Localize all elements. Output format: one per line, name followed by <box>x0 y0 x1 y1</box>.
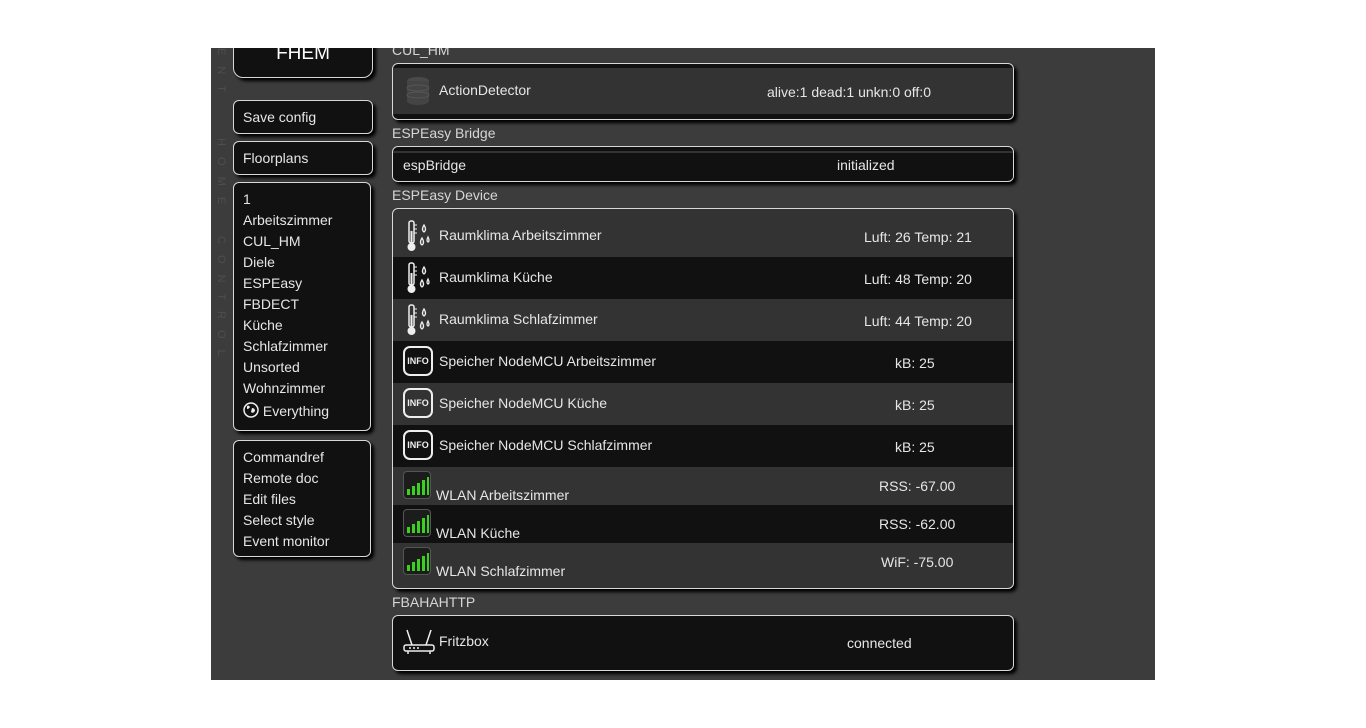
room-diele[interactable]: Diele <box>234 252 370 273</box>
router-icon <box>403 629 435 654</box>
select-style-link[interactable]: Select style <box>234 510 370 531</box>
everything-label: Everything <box>262 403 330 419</box>
room-espeasy[interactable]: ESPEasy <box>234 273 370 294</box>
device-name-actiondetector[interactable]: ActionDetector <box>439 82 531 98</box>
watermark: E N T H O M E C O N T R O L <box>211 48 231 378</box>
device-name-wlan-schlafzimmer[interactable]: WLAN Schlafzimmer <box>436 563 565 579</box>
device-state: connected <box>847 635 912 651</box>
device-state: RSS: -62.00 <box>879 516 956 532</box>
info-icon: INFO <box>403 430 433 460</box>
device-row: INFO Speicher NodeMCU Küche kB: 25 <box>393 383 1013 425</box>
device-row: espBridge initialized <box>393 151 1013 179</box>
info-icon: INFO <box>403 388 433 418</box>
floorplans-link[interactable]: Floorplans <box>234 142 372 174</box>
fhem-window: E N T H O M E C O N T R O L FHEM Save co… <box>211 48 1155 680</box>
group-title-espeasy-device: ESPEasy Device <box>392 187 498 203</box>
group-title-espeasy-bridge: ESPEasy Bridge <box>392 125 496 141</box>
device-row: INFO Speicher NodeMCU Schlafzimmer kB: 2… <box>393 425 1013 467</box>
device-state: RSS: -67.00 <box>879 478 956 494</box>
room-fbdect[interactable]: FBDECT <box>234 294 370 315</box>
watermark-text-3: C O N T R O L <box>215 236 227 360</box>
group-cul-hm: ActionDetector alive:1 dead:1 unkn:0 off… <box>392 63 1014 120</box>
device-row: WLAN Küche RSS: -62.00 <box>393 505 1013 543</box>
wlan-signal-icon <box>403 471 431 499</box>
group-espeasy-bridge: espBridge initialized <box>392 146 1014 182</box>
device-name-wlan-kueche[interactable]: WLAN Küche <box>436 525 520 541</box>
room-wohnzimmer[interactable]: Wohnzimmer <box>234 378 370 399</box>
group-title-fbahahttp: FBAHAHTTP <box>392 594 476 610</box>
device-row: Raumklima Küche Luft: 48 Temp: 20 <box>393 257 1013 299</box>
device-state: Luft: 48 Temp: 20 <box>864 271 972 287</box>
room-arbeitszimmer[interactable]: Arbeitszimmer <box>234 210 370 231</box>
thermometer-humidity-icon <box>407 262 430 293</box>
save-config-menu: Save config <box>233 100 373 134</box>
device-name-speicher-schlafzimmer[interactable]: Speicher NodeMCU Schlafzimmer <box>439 437 652 453</box>
device-row: Raumklima Arbeitszimmer Luft: 26 Temp: 2… <box>393 215 1013 257</box>
floorplans-menu: Floorplans <box>233 141 373 175</box>
device-name-speicher-kueche[interactable]: Speicher NodeMCU Küche <box>439 395 607 411</box>
edit-files-link[interactable]: Edit files <box>234 489 370 510</box>
room-1[interactable]: 1 <box>234 189 370 210</box>
room-kueche[interactable]: Küche <box>234 315 370 336</box>
device-state: kB: 25 <box>895 355 935 371</box>
device-row: WLAN Schlafzimmer WiF: -75.00 <box>393 543 1013 584</box>
device-state: WiF: -75.00 <box>881 554 954 570</box>
watermark-text-1: E N T <box>215 48 227 96</box>
device-name-espbridge[interactable]: espBridge <box>403 157 466 173</box>
device-state: Luft: 44 Temp: 20 <box>864 313 972 329</box>
device-state: kB: 25 <box>895 439 935 455</box>
info-icon: INFO <box>403 346 433 376</box>
device-state: Luft: 26 Temp: 21 <box>864 229 972 245</box>
group-title-cul-hm: CUL_HM <box>392 48 450 58</box>
device-name-wlan-arbeitszimmer[interactable]: WLAN Arbeitszimmer <box>436 487 569 503</box>
save-config-button[interactable]: Save config <box>234 101 372 133</box>
device-name-raumklima-arbeitszimmer[interactable]: Raumklima Arbeitszimmer <box>439 227 602 243</box>
group-espeasy-device: Raumklima Arbeitszimmer Luft: 26 Temp: 2… <box>392 208 1014 589</box>
device-name-raumklima-schlafzimmer[interactable]: Raumklima Schlafzimmer <box>439 311 598 327</box>
database-icon <box>406 77 430 105</box>
wlan-signal-icon <box>403 509 431 537</box>
device-name-fritzbox[interactable]: Fritzbox <box>439 633 489 649</box>
device-name-raumklima-kueche[interactable]: Raumklima Küche <box>439 269 553 285</box>
device-state: initialized <box>837 157 895 173</box>
globe-icon <box>243 402 259 418</box>
device-row: INFO Speicher NodeMCU Arbeitszimmer kB: … <box>393 341 1013 383</box>
logo-text: FHEM <box>276 48 330 64</box>
thermometer-humidity-icon <box>407 220 430 251</box>
device-row: Fritzbox connected <box>393 622 1013 662</box>
remote-doc-link[interactable]: Remote doc <box>234 468 370 489</box>
room-schlafzimmer[interactable]: Schlafzimmer <box>234 336 370 357</box>
event-monitor-link[interactable]: Event monitor <box>234 531 370 552</box>
room-menu: 1 Arbeitszimmer CUL_HM Diele ESPEasy FBD… <box>233 182 371 431</box>
device-state: alive:1 dead:1 unkn:0 off:0 <box>767 84 931 100</box>
group-fbahahttp: Fritzbox connected <box>392 615 1014 671</box>
room-everything[interactable]: Everything <box>234 401 370 422</box>
device-name-speicher-arbeitszimmer[interactable]: Speicher NodeMCU Arbeitszimmer <box>439 353 656 369</box>
room-unsorted[interactable]: Unsorted <box>234 357 370 378</box>
commandref-link[interactable]: Commandref <box>234 447 370 468</box>
room-cul-hm[interactable]: CUL_HM <box>234 231 370 252</box>
device-row: WLAN Arbeitszimmer RSS: -67.00 <box>393 467 1013 505</box>
wlan-signal-icon <box>403 547 431 575</box>
device-row: ActionDetector alive:1 dead:1 unkn:0 off… <box>393 68 1013 114</box>
device-state: kB: 25 <box>895 397 935 413</box>
fhem-logo[interactable]: FHEM <box>233 48 373 78</box>
thermometer-humidity-icon <box>407 304 430 335</box>
watermark-text-2: H O M E <box>215 138 227 209</box>
device-row: Raumklima Schlafzimmer Luft: 44 Temp: 20 <box>393 299 1013 341</box>
links-menu: Commandref Remote doc Edit files Select … <box>233 440 371 557</box>
